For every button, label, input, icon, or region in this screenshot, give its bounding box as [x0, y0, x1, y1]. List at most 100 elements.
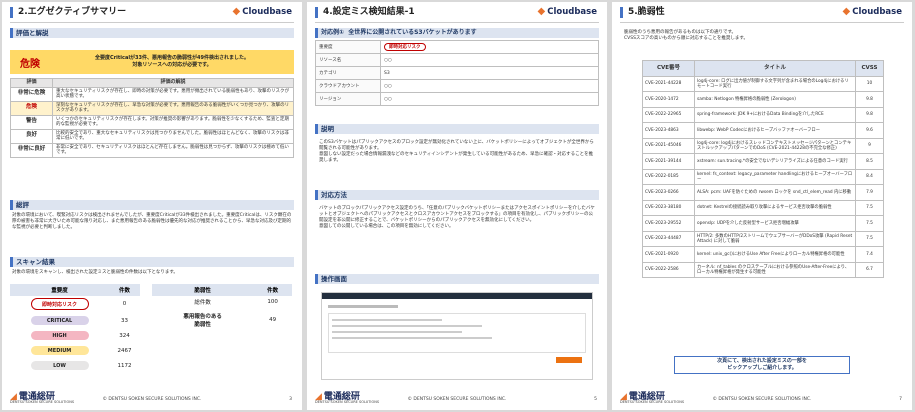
- eval-desc: 非常に安全であり、セキュリティリスクはほとんど存在しません。脆弱性は見つからず、…: [52, 142, 294, 158]
- cloud-icon: ◆: [842, 6, 851, 17]
- footer: ◢ 電通総研 DENTSU SOKEN SECURE SOLUTIONS © DE…: [2, 388, 302, 410]
- cve-row: CVE-2023-0266 ALSA: pcm: UAFを防ぐための rwsem …: [642, 184, 884, 201]
- cve-score: 7.5: [855, 199, 884, 216]
- cve-score: 7.9: [855, 184, 884, 201]
- vuln-header: 件数: [253, 284, 292, 296]
- severity-badge-critical: CRITICAL: [30, 316, 89, 325]
- cve-title: kernel: fs_context: legacy_parameter han…: [694, 168, 856, 185]
- cve-score: 7.5: [855, 230, 884, 247]
- cve-row: CVE-2022-0185 kernel: fs_context: legacy_…: [642, 168, 884, 185]
- eval-level: 警告: [10, 114, 53, 130]
- cve-id: CVE-2023-44487: [642, 230, 695, 247]
- description-text: このS3バケットはパブリックアクセスのブロック設定が無効化されていない上に、バケ…: [319, 140, 594, 163]
- cve-score: 9.8: [855, 106, 884, 123]
- cloudbase-logo: ◆ Cloudbase: [843, 6, 902, 17]
- cve-row: CVE-2020-1472 samba: Netlogon 特権昇格の脆弱性 (Z…: [642, 91, 884, 108]
- severity-count: 0: [109, 296, 140, 314]
- cve-title: xstream: sun.tracing.*の安全でないデシリアライズによる任意…: [694, 153, 856, 170]
- eval-header: 評価: [10, 78, 53, 88]
- cve-score: 10: [855, 75, 884, 92]
- cve-title: spring-framework: JDK 9+におけるData Binding…: [694, 106, 856, 123]
- detail-key: カテゴリ: [315, 66, 381, 80]
- cloud-icon: ◆: [232, 6, 241, 17]
- copyright: © DENTSU SOKEN SECURE SOLUTIONS INC.: [102, 397, 202, 402]
- eval-row: 非常に危険 重大なセキュリティリスクが存在し、即時の対策が必要です。悪用が頻出され…: [10, 86, 294, 102]
- eval-level: 非常に危険: [10, 86, 53, 102]
- eval-row: 良好 比較的安全であり、重大なセキュリティリスクは見つかりませんでした。脆弱性はほ…: [10, 128, 294, 144]
- sev-header: 重要度: [10, 284, 110, 296]
- eval-level: 良好: [10, 128, 53, 144]
- cve-id: CVE-2021-45046: [642, 137, 695, 154]
- cloudbase-logo: ◆ Cloudbase: [538, 6, 597, 17]
- severity-badge-medium: MEDIUM: [30, 346, 89, 355]
- eval-row: 危険 深刻なセキュリティリスクが存在し、早急な対策が必要です。悪用報告のある脆弱性…: [10, 100, 294, 116]
- detail-key: 重要度: [315, 40, 381, 54]
- cve-row: CVE-2022-2586 カーネル: nf_tables のクロステーブルにおけ…: [642, 261, 884, 278]
- eval-row: 非常に良好 非常に安全であり、セキュリティリスクはほとんど存在しません。脆弱性は見…: [10, 142, 294, 158]
- eval-header: 評価の解説: [52, 78, 294, 88]
- logo-text: Cloudbase: [547, 6, 597, 17]
- cve-id: CVE-2022-0185: [642, 168, 695, 185]
- detail-value: ○○: [380, 79, 599, 93]
- cve-row: CVE-2023-44487 HTTP/2: 多数のHTTP/2ストリームでウェブ…: [642, 230, 884, 247]
- slide-misconfiguration: 4.設定ミス検知結果-1 ◆ Cloudbase 対応例① 全世界に公開されている…: [307, 2, 607, 410]
- copyright: © DENTSU SOKEN SECURE SOLUTIONS INC.: [407, 397, 507, 402]
- section-heading-scan: スキャン結果: [10, 257, 294, 267]
- logo-text: Cloudbase: [852, 6, 902, 17]
- cve-score: 6.7: [855, 261, 884, 278]
- cve-row: CVE-2023-29552 openslp: UDPを介した反射型サービス拒否増…: [642, 215, 884, 232]
- cve-title: ALSA: pcm: UAFを防ぐための rwsem ロックを snd_ctl_…: [694, 184, 856, 201]
- detail-table: 重要度 即時対応リスク リソース名 ○○ カテゴリ S3 クラウドアカウント ○○ リー…: [315, 40, 599, 106]
- detail-key: リージョン: [315, 92, 381, 106]
- cve-id: CVE-2023-38180: [642, 199, 695, 216]
- cve-score: 8.4: [855, 168, 884, 185]
- eval-row: 警告 いくつかのセキュリティリスクが存在します。対策が推奨の影響があります。脆弱性…: [10, 114, 294, 130]
- cve-title: log4j-core: log4jにおけるスレッドコンテキストメッセージパターン…: [694, 137, 856, 154]
- detail-value: ○○: [380, 53, 599, 67]
- vuln-header: 脆弱性: [152, 284, 254, 296]
- page-number: 7: [899, 397, 902, 402]
- cve-title: samba: Netlogon 特権昇格の脆弱性 (Zerologon): [694, 91, 856, 108]
- cloudbase-logo: ◆ Cloudbase: [233, 6, 292, 17]
- cve-title: カーネル: nf_tables のクロステーブルにおける参照のUse-After…: [694, 261, 856, 278]
- cve-row: CVE-2022-22965 spring-framework: JDK 9+にお…: [642, 106, 884, 123]
- cve-score: 9.8: [855, 91, 884, 108]
- cve-id: CVE-2022-22965: [642, 106, 695, 123]
- severity-count: 33: [109, 313, 140, 329]
- cve-row: CVE-2021-44228 log4j-core: ログに出力値が制御する文字列…: [642, 75, 884, 92]
- example-title: 全世界に公開されているS3バケットがあります: [348, 29, 477, 36]
- page-number: 5: [594, 397, 597, 402]
- detail-key: リソース名: [315, 53, 381, 67]
- vulnerability-count-table: 脆弱性 件数 総件数 100 悪用報告のある 脆弱性 49: [152, 284, 292, 332]
- page-title: 5.脆弱性: [620, 7, 665, 18]
- detail-value: ○○: [380, 92, 599, 106]
- cve-id: CVE-2023-0266: [642, 184, 695, 201]
- section-heading-screen: 操作画面: [315, 274, 599, 284]
- severity-count: 324: [109, 328, 140, 344]
- cve-title: libwebp: WebP Codecにおけるヒープバッファオーバーフロー: [694, 122, 856, 139]
- cve-title: openslp: UDPを介した反射型サービス拒否増幅攻撃: [694, 215, 856, 232]
- vuln-label: 悪用報告のある 脆弱性: [152, 309, 254, 332]
- cve-header: タイトル: [694, 60, 856, 77]
- severity-badge-urgent: 即時対応リスク: [384, 43, 426, 51]
- footer: ◢ 電通総研 DENTSU SOKEN SECURE SOLUTIONS © DE…: [612, 388, 912, 410]
- page-title: 4.設定ミス検知結果-1: [315, 7, 415, 18]
- remediation-text: バケットのブロックパブリックアクセス設定のうち、「任意のパブリックバケットポリシ…: [319, 206, 595, 229]
- cve-title: dotnet: Kestrelの接続読み取り攻撃によるサービス拒否攻撃の脆弱性: [694, 199, 856, 216]
- cve-row: CVE-2021-0920 kernel: unix_gc()におけるUse Af…: [642, 246, 884, 263]
- severity-count: 2467: [109, 343, 140, 359]
- page-number: 3: [289, 397, 292, 402]
- next-page-note-text: 次頁にて、検出された設定ミスの一部を ピックアップしご紹介します。: [717, 358, 807, 371]
- verdict-message: 全要度Criticalが33件、悪用報告の脆弱性が49件検出されました。 対象リ…: [95, 55, 249, 68]
- cve-table: CVE番号 タイトル CVSS CVE-2021-44228 log4j-core: …: [642, 60, 884, 278]
- eval-desc: 重大なセキュリティリスクが存在し、即時の対策が必要です。悪用が頻出されている脆弱…: [52, 86, 294, 102]
- page-title: 2.エグゼクティブサマリー: [10, 7, 126, 18]
- vuln-count: 49: [253, 309, 292, 332]
- cve-id: CVE-2022-2586: [642, 261, 695, 278]
- cve-id: CVE-2021-44228: [642, 75, 695, 92]
- cve-score: 8.5: [855, 153, 884, 170]
- next-page-note: 次頁にて、検出された設定ミスの一部を ピックアップしご紹介します。: [674, 356, 850, 374]
- vuln-label: 総件数: [152, 296, 254, 310]
- slide-vulnerabilities: 5.脆弱性 ◆ Cloudbase 脆弱性のうち悪用の報告があるものは以下の通りで…: [612, 2, 912, 410]
- cve-score: 9: [855, 137, 884, 154]
